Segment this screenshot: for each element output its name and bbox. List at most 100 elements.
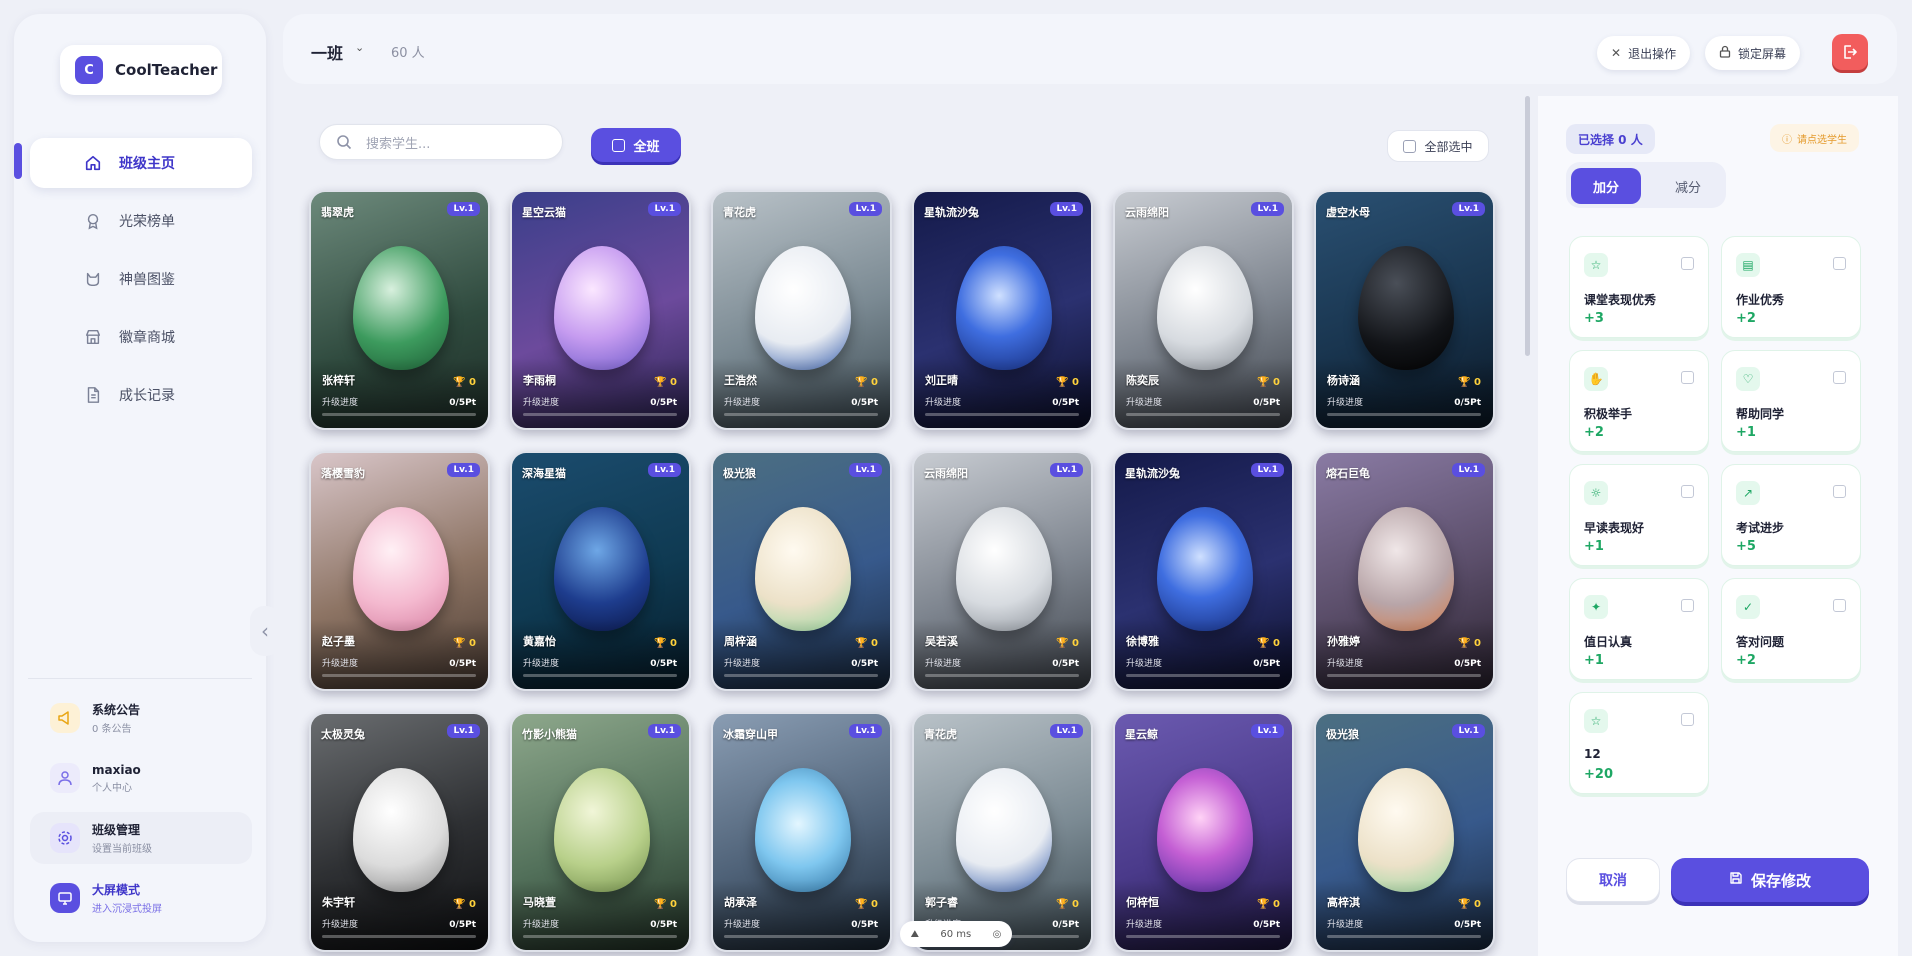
- card-shade: [1115, 358, 1292, 428]
- student-card[interactable]: 熔石巨龟 Lv.1 孙雅婷 🏆 0 升级进度 0/5Pt: [1314, 451, 1495, 691]
- action-checkbox[interactable]: [1833, 371, 1846, 384]
- student-name: 杨诗涵: [1327, 374, 1360, 387]
- clipboard-icon: ▤: [1736, 253, 1760, 277]
- trophy-points: 🏆 0: [1056, 377, 1079, 388]
- sidebar-collapse-button[interactable]: ‹: [250, 606, 280, 656]
- trophy-points: 🏆 0: [453, 899, 476, 910]
- score-action-card[interactable]: ✋ 积极举手 +2: [1569, 350, 1709, 452]
- student-card[interactable]: 青花虎 Lv.1 王浩然 🏆 0 升级进度 0/5Pt: [711, 190, 892, 430]
- student-name: 李雨桐: [523, 374, 556, 387]
- app-logo[interactable]: C CoolTeacher: [60, 45, 222, 95]
- big-screen-mode-item[interactable]: 大屏模式 进入沉浸式投屏: [30, 872, 252, 924]
- score-action-card[interactable]: ✦ 值日认真 +1: [1569, 578, 1709, 680]
- action-checkbox[interactable]: [1681, 485, 1694, 498]
- student-card[interactable]: 星空云猫 Lv.1 李雨桐 🏆 0 升级进度 0/5Pt: [510, 190, 691, 430]
- action-points: +2: [1736, 653, 1756, 668]
- level-badge: Lv.1: [648, 724, 681, 738]
- student-card[interactable]: 深海星猫 Lv.1 黄嘉怡 🏆 0 升级进度 0/5Pt: [510, 451, 691, 691]
- action-points: +1: [1584, 539, 1604, 554]
- tab-minus-points[interactable]: 减分: [1658, 168, 1718, 204]
- action-points: +1: [1584, 653, 1604, 668]
- score-action-card[interactable]: ☼ 早读表现好 +1: [1569, 464, 1709, 566]
- student-card[interactable]: 竹影小熊猫 Lv.1 马晓萱 🏆 0 升级进度 0/5Pt: [510, 712, 691, 952]
- student-card[interactable]: 云雨绵阳 Lv.1 陈奕辰 🏆 0 升级进度 0/5Pt: [1113, 190, 1294, 430]
- target-icon: ◎: [992, 928, 1002, 940]
- cancel-button[interactable]: 取消: [1566, 858, 1660, 902]
- progress-label: 升级进度: [1327, 920, 1364, 930]
- search-input[interactable]: 搜索学生...: [319, 124, 563, 160]
- score-action-card[interactable]: ☆ 12 +20: [1569, 692, 1709, 794]
- student-card[interactable]: 云雨绵阳 Lv.1 吴若溪 🏆 0 升级进度 0/5Pt: [912, 451, 1093, 691]
- user-profile-item[interactable]: maxiao 个人中心: [30, 752, 252, 804]
- action-checkbox[interactable]: [1833, 599, 1846, 612]
- nav-item-badge-store[interactable]: 徽章商城: [14, 308, 266, 366]
- action-label: 课堂表现优秀: [1584, 293, 1657, 307]
- card-shade: [512, 880, 689, 950]
- nav-item-growth-log[interactable]: 成长记录: [14, 366, 266, 424]
- student-card[interactable]: 星云鲸 Lv.1 何梓恒 🏆 0 升级进度 0/5Pt: [1113, 712, 1294, 952]
- class-selector[interactable]: 一班: [311, 40, 343, 64]
- perf-monitor: ⛰ 60 ms ◎: [900, 921, 1012, 947]
- action-checkbox[interactable]: [1681, 371, 1694, 384]
- progress-value: 0/5Pt: [1253, 659, 1280, 669]
- action-checkbox[interactable]: [1681, 713, 1694, 726]
- action-checkbox[interactable]: [1833, 485, 1846, 498]
- action-checkbox[interactable]: [1833, 257, 1846, 270]
- student-card[interactable]: 极光狼 Lv.1 周梓涵 🏆 0 升级进度 0/5Pt: [711, 451, 892, 691]
- trophy-points: 🏆 0: [1458, 638, 1481, 649]
- logout-button[interactable]: [1832, 34, 1868, 70]
- checkbox-icon: [612, 138, 626, 152]
- student-card[interactable]: 太极灵兔 Lv.1 朱宇轩 🏆 0 升级进度 0/5Pt: [309, 712, 490, 952]
- scrollbar[interactable]: [1525, 96, 1530, 356]
- points-value: 0: [1072, 638, 1079, 649]
- exit-operation-button[interactable]: ✕ 退出操作: [1597, 36, 1691, 70]
- score-action-card[interactable]: ✓ 答对问题 +2: [1721, 578, 1861, 680]
- progress-value: 0/5Pt: [449, 659, 476, 669]
- chevron-down-icon[interactable]: ⌄: [355, 41, 364, 54]
- home-icon: [85, 155, 101, 171]
- mountain-icon: ⛰: [910, 928, 920, 940]
- select-all-checkbox[interactable]: 全部选中: [1387, 130, 1489, 162]
- student-card[interactable]: 虚空水母 Lv.1 杨诗涵 🏆 0 升级进度 0/5Pt: [1314, 190, 1495, 430]
- action-label: 12: [1584, 747, 1601, 761]
- megaphone-icon: [50, 703, 80, 733]
- hint-badge: ⓘ 请点选学生: [1770, 124, 1859, 152]
- score-action-card[interactable]: ▤ 作业优秀 +2: [1721, 236, 1861, 338]
- item-subtitle: 0 条公告: [92, 724, 132, 735]
- trophy-points: 🏆 0: [1257, 638, 1280, 649]
- score-action-card[interactable]: ☆ 课堂表现优秀 +3: [1569, 236, 1709, 338]
- whole-class-button[interactable]: 全班: [591, 128, 681, 162]
- student-card[interactable]: 翡翠虎 Lv.1 张梓轩 🏆 0 升级进度 0/5Pt: [309, 190, 490, 430]
- tab-add-points[interactable]: 加分: [1571, 168, 1641, 204]
- score-action-card[interactable]: ↗ 考试进步 +5: [1721, 464, 1861, 566]
- card-shade: [1316, 619, 1493, 689]
- nav-item-pet-gallery[interactable]: 神兽图鉴: [14, 250, 266, 308]
- progress-label: 升级进度: [1126, 398, 1163, 408]
- action-checkbox[interactable]: [1681, 599, 1694, 612]
- system-notice-item[interactable]: 系统公告 0 条公告: [30, 692, 252, 744]
- student-card[interactable]: 青花虎Lv.1郭子睿🏆 0升级进度0/5Pt: [912, 712, 1093, 952]
- nav-item-honor-board[interactable]: 光荣榜单: [14, 192, 266, 250]
- student-card[interactable]: 冰霜穿山甲 Lv.1 胡承泽 🏆 0 升级进度 0/5Pt: [711, 712, 892, 952]
- nav-item-class-home[interactable]: 班级主页: [14, 134, 266, 192]
- points-value: 0: [871, 899, 878, 910]
- student-card[interactable]: 星轨流沙兔 Lv.1 刘正晴 🏆 0 升级进度 0/5Pt: [912, 190, 1093, 430]
- student-card[interactable]: 落樱雪豹 Lv.1 赵子墨 🏆 0 升级进度 0/5Pt: [309, 451, 490, 691]
- save-button[interactable]: 保存修改: [1671, 858, 1869, 902]
- progress-label: 升级进度: [523, 659, 560, 669]
- level-badge: Lv.1: [849, 724, 882, 738]
- score-action-card[interactable]: ♡ 帮助同学 +1: [1721, 350, 1861, 452]
- class-settings-item[interactable]: 班级管理 设置当前班级: [30, 812, 252, 864]
- progress-track: [724, 674, 878, 677]
- pet-name: 太极灵兔: [321, 728, 365, 741]
- level-badge: Lv.1: [1251, 724, 1284, 738]
- lock-screen-button[interactable]: 锁定屏幕: [1705, 36, 1801, 70]
- student-name: 胡承泽: [724, 896, 757, 909]
- lock-icon: [1719, 45, 1731, 61]
- check-circle-icon: ✓: [1736, 595, 1760, 619]
- student-card[interactable]: 星轨流沙兔 Lv.1 徐博雅 🏆 0 升级进度 0/5Pt: [1113, 451, 1294, 691]
- student-card[interactable]: 极光狼 Lv.1 高梓淇 🏆 0 升级进度 0/5Pt: [1314, 712, 1495, 952]
- top-bar: 一班 ⌄ 60 人 ✕ 退出操作 锁定屏幕: [283, 14, 1897, 84]
- action-checkbox[interactable]: [1681, 257, 1694, 270]
- progress-value: 0/5Pt: [1454, 398, 1481, 408]
